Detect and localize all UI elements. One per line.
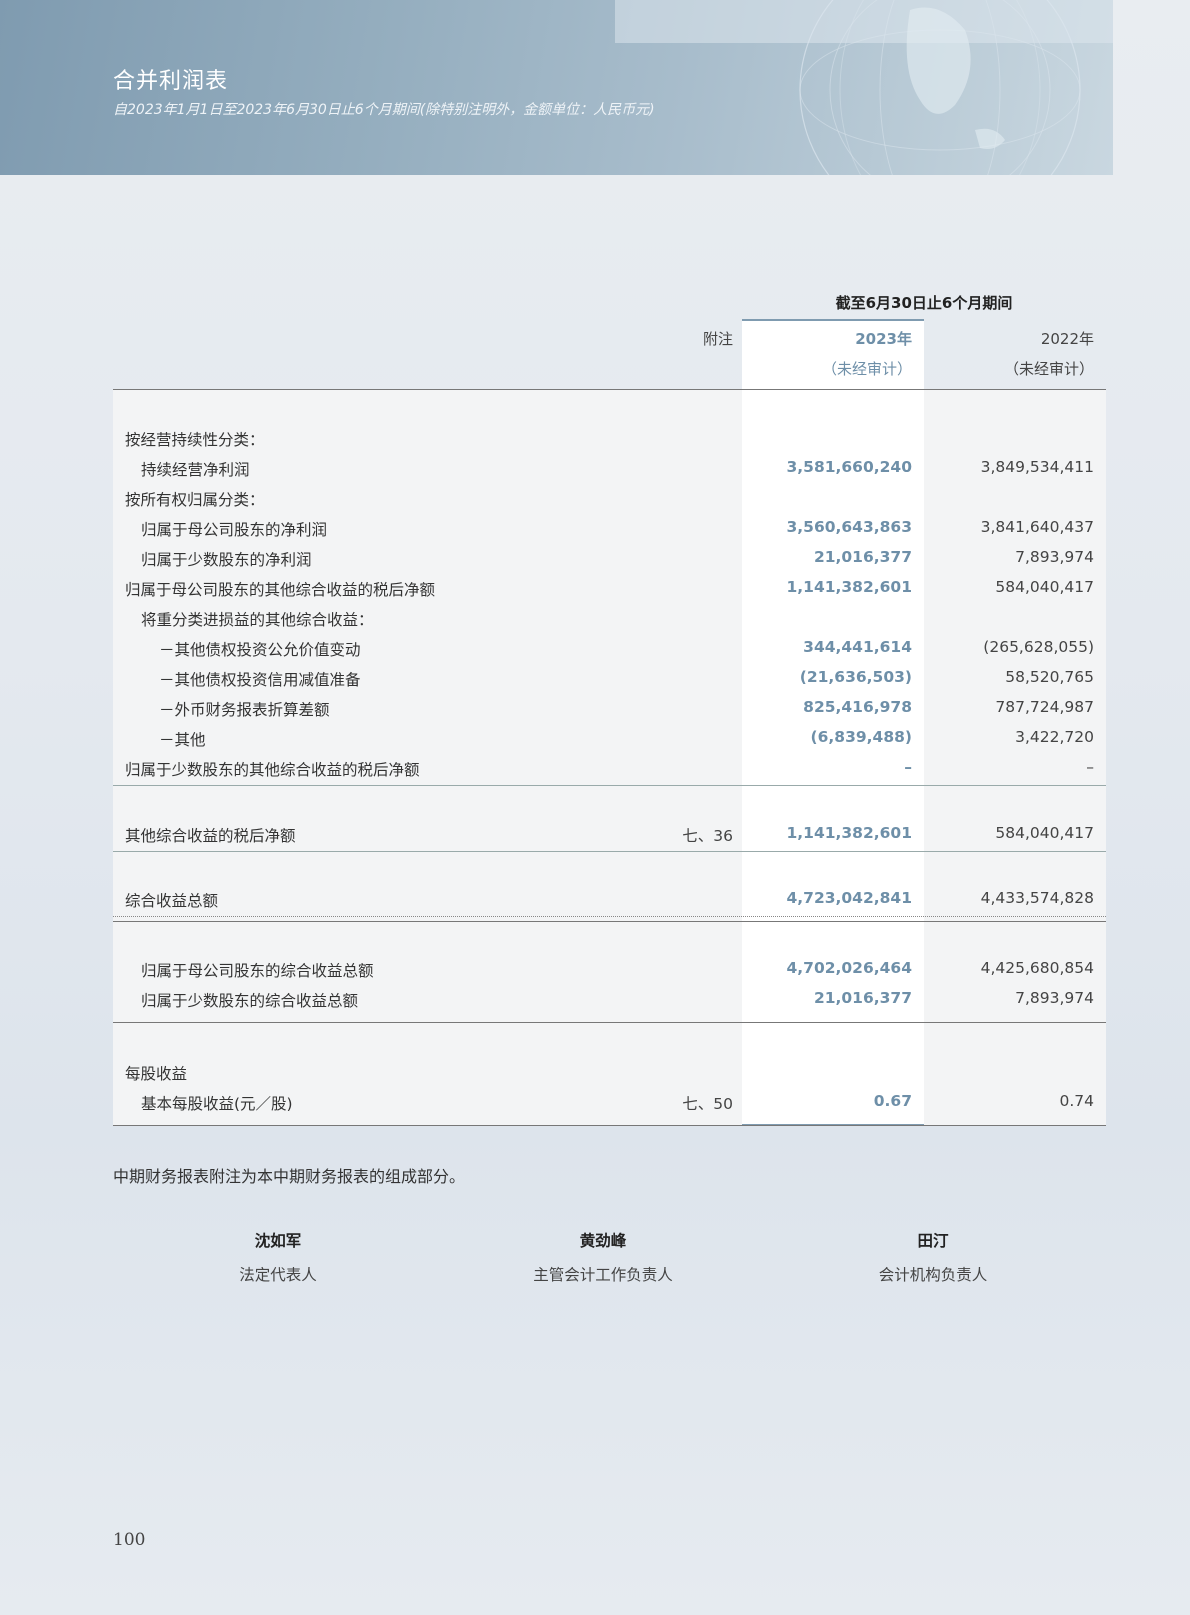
page-number: 100 bbox=[113, 1530, 146, 1550]
section-rule bbox=[113, 785, 1106, 786]
page-subtitle: 自2023年1月1日至2023年6月30日止6个月期间(除特别注明外，金额单位：… bbox=[113, 102, 655, 118]
prior-value: 7,893,974 bbox=[1015, 989, 1094, 1007]
signatory-role: 主管会计工作负责人 bbox=[533, 1266, 673, 1284]
current-value: 344,441,614 bbox=[803, 638, 912, 656]
signatory-name: 黄劲峰 bbox=[579, 1232, 627, 1250]
current-value: 21,016,377 bbox=[813, 548, 912, 566]
prior-value: 3,849,534,411 bbox=[980, 458, 1094, 476]
page-title: 合并利润表 bbox=[113, 69, 229, 94]
prior-value: 584,040,417 bbox=[995, 824, 1094, 842]
globe-decoration bbox=[799, 0, 1081, 175]
prior-year-audit-status: （未经审计） bbox=[1003, 360, 1094, 378]
income-statement-table: 截至6月30日止6个月期间 附注 2023年 （未经审计） 2022年 （未经审… bbox=[113, 288, 1106, 1126]
prior-value: 4,433,574,828 bbox=[980, 889, 1094, 907]
signature-block: 黄劲峰 主管会计工作负责人 bbox=[473, 1229, 733, 1285]
section-rule bbox=[113, 851, 1106, 852]
table-bottom-rule bbox=[113, 1125, 1106, 1126]
table-row: －外币财务报表折算差额 825,416,978 787,724,987 bbox=[113, 698, 1106, 724]
prior-value: 0.74 bbox=[1059, 1092, 1094, 1110]
row-label: 归属于少数股东的净利润 bbox=[141, 551, 312, 569]
prior-value: 3,841,640,437 bbox=[980, 518, 1094, 536]
prior-value: 7,893,974 bbox=[1015, 548, 1094, 566]
row-label: －其他债权投资信用减值准备 bbox=[159, 671, 361, 689]
current-value: 0.67 bbox=[873, 1092, 912, 1110]
row-label: 将重分类进损益的其他综合收益： bbox=[141, 611, 374, 629]
prior-value: 4,425,680,854 bbox=[980, 959, 1094, 977]
signatory-role: 会计机构负责人 bbox=[878, 1266, 988, 1284]
table-row: 基本每股收益(元／股) 七、50 0.67 0.74 bbox=[113, 1092, 1106, 1118]
row-note: 七、36 bbox=[682, 827, 733, 845]
table-row: 归属于少数股东的其他综合收益的税后净额 – – bbox=[113, 758, 1106, 784]
row-label: 按经营持续性分类： bbox=[125, 431, 265, 449]
table-row: －其他债权投资公允价值变动 344,441,614 (265,628,055) bbox=[113, 638, 1106, 664]
current-value: 825,416,978 bbox=[803, 698, 912, 716]
row-label: 综合收益总额 bbox=[125, 892, 219, 910]
signatory-name: 沈如军 bbox=[254, 1232, 302, 1250]
section-rule bbox=[113, 1022, 1106, 1023]
table-row: 归属于少数股东的综合收益总额 21,016,377 7,893,974 bbox=[113, 989, 1106, 1015]
current-value: 1,141,382,601 bbox=[786, 824, 912, 842]
current-year-header: 2023年 bbox=[855, 330, 912, 348]
current-value: – bbox=[904, 758, 912, 776]
row-label: 按所有权归属分类： bbox=[125, 491, 265, 509]
row-label: －外币财务报表折算差额 bbox=[159, 701, 330, 719]
row-label: 归属于少数股东的综合收益总额 bbox=[141, 992, 359, 1010]
current-value: 1,141,382,601 bbox=[786, 578, 912, 596]
signature-block: 田汀 会计机构负责人 bbox=[803, 1229, 1063, 1285]
prior-year-header: 2022年 bbox=[1040, 330, 1094, 348]
current-value: 4,702,026,464 bbox=[786, 959, 912, 977]
current-value: 21,016,377 bbox=[813, 989, 912, 1007]
table-row: 按所有权归属分类： bbox=[113, 488, 1106, 514]
row-label: 基本每股收益(元／股) bbox=[141, 1095, 293, 1113]
table-row: 每股收益 bbox=[113, 1062, 1106, 1088]
header-rule bbox=[113, 389, 1106, 390]
period-header: 截至6月30日止6个月期间 bbox=[835, 294, 1013, 312]
table-row: 综合收益总额 4,723,042,841 4,433,574,828 bbox=[113, 889, 1106, 915]
row-label: 归属于母公司股东的综合收益总额 bbox=[141, 962, 374, 980]
current-value: (6,839,488) bbox=[810, 728, 912, 746]
table-row: 按经营持续性分类： bbox=[113, 428, 1106, 454]
row-label: 每股收益 bbox=[125, 1065, 188, 1083]
signature-block: 沈如军 法定代表人 bbox=[148, 1229, 408, 1285]
row-label: －其他债权投资公允价值变动 bbox=[159, 641, 361, 659]
current-value: (21,636,503) bbox=[799, 668, 912, 686]
row-label: 归属于母公司股东的其他综合收益的税后净额 bbox=[125, 581, 436, 599]
row-label: 其他综合收益的税后净额 bbox=[125, 827, 296, 845]
prior-value: 584,040,417 bbox=[995, 578, 1094, 596]
row-note: 七、50 bbox=[682, 1095, 733, 1113]
prior-value: 787,724,987 bbox=[995, 698, 1094, 716]
table-row: 持续经营净利润 3,581,660,240 3,849,534,411 bbox=[113, 458, 1106, 484]
prior-value: 58,520,765 bbox=[1005, 668, 1094, 686]
note-header: 附注 bbox=[702, 330, 733, 348]
current-value: 4,723,042,841 bbox=[786, 889, 912, 907]
table-row: 将重分类进损益的其他综合收益： bbox=[113, 608, 1106, 634]
current-year-audit-status: （未经审计） bbox=[821, 360, 912, 378]
table-row: 归属于少数股东的净利润 21,016,377 7,893,974 bbox=[113, 548, 1106, 574]
row-label: 持续经营净利润 bbox=[141, 461, 250, 479]
table-row: －其他 (6,839,488) 3,422,720 bbox=[113, 728, 1106, 754]
prior-value: 3,422,720 bbox=[1015, 728, 1094, 746]
page-header: 合并利润表 自2023年1月1日至2023年6月30日止6个月期间(除特别注明外… bbox=[0, 0, 1113, 175]
row-label: 归属于少数股东的其他综合收益的税后净额 bbox=[125, 761, 420, 779]
row-label: 归属于母公司股东的净利润 bbox=[141, 521, 328, 539]
total-rule-dotted bbox=[113, 916, 1106, 917]
signatory-role: 法定代表人 bbox=[239, 1266, 317, 1284]
current-value: 3,560,643,863 bbox=[786, 518, 912, 536]
table-row: 归属于母公司股东的净利润 3,560,643,863 3,841,640,437 bbox=[113, 518, 1106, 544]
prior-value: – bbox=[1086, 758, 1094, 776]
signatory-name: 田汀 bbox=[917, 1232, 949, 1250]
table-row: 归属于母公司股东的综合收益总额 4,702,026,464 4,425,680,… bbox=[113, 959, 1106, 985]
prior-value: (265,628,055) bbox=[983, 638, 1094, 656]
row-label: －其他 bbox=[159, 731, 206, 749]
footnote: 中期财务报表附注为本中期财务报表的组成部分。 bbox=[113, 1167, 466, 1186]
current-value: 3,581,660,240 bbox=[786, 458, 912, 476]
total-rule bbox=[113, 921, 1106, 922]
current-year-top-rule bbox=[742, 319, 924, 321]
table-row: 归属于母公司股东的其他综合收益的税后净额 1,141,382,601 584,0… bbox=[113, 578, 1106, 604]
table-row: 其他综合收益的税后净额 七、36 1,141,382,601 584,040,4… bbox=[113, 824, 1106, 850]
table-row: －其他债权投资信用减值准备 (21,636,503) 58,520,765 bbox=[113, 668, 1106, 694]
